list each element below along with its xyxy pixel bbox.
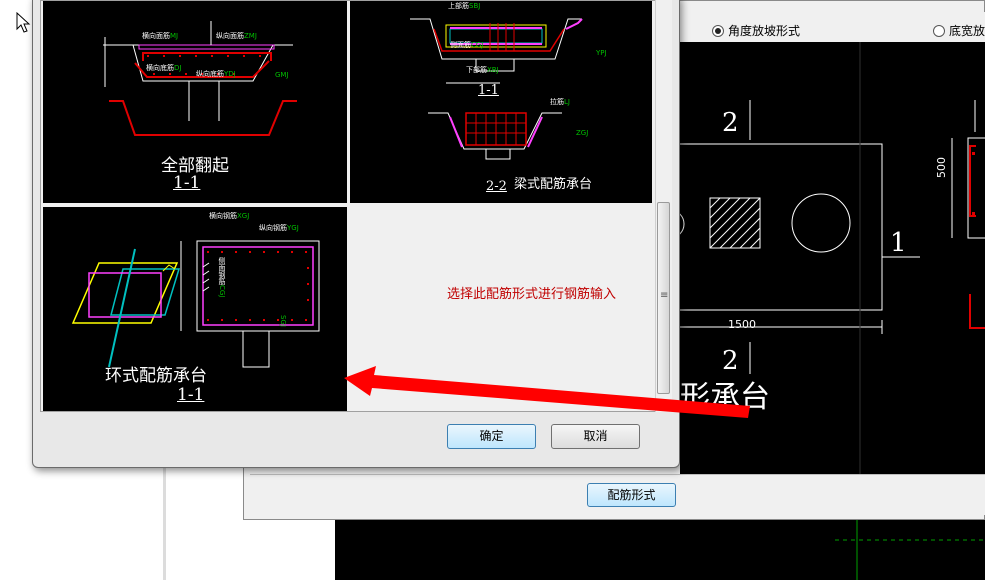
option-beam-section-a: 1-1: [478, 83, 499, 98]
dimension-500: 500: [935, 157, 948, 178]
radio-angle-label: 角度放坡形式: [728, 24, 801, 38]
radio-selected-icon: [712, 24, 724, 37]
section-label-2-top: 2: [722, 108, 739, 138]
reinforcement-mode-button[interactable]: 配筋形式: [587, 483, 676, 507]
label-side-ring-rebar: 侧面钢筋CGJ: [218, 257, 226, 298]
label-top-rebar-2: 纵向面筋ZMJ: [216, 32, 257, 40]
option-full-flip[interactable]: 横向面筋MJ 纵向面筋ZMJ 横向底筋DJ 纵向底筋YDJ GMJ 全部翻起 1…: [43, 1, 347, 203]
option-beam-title: 梁式配筋承台: [514, 177, 593, 192]
label-horizontal-rebar: 横向钢筋XGJ: [209, 212, 250, 220]
label-ypj: YPJ: [596, 49, 607, 57]
radio-bottom-label: 底宽放: [949, 24, 985, 38]
label-zgj: ZGJ: [576, 129, 589, 137]
selection-hint: 选择此配筋形式进行钢筋输入: [447, 287, 617, 302]
label-bottom-rebar: 横向底筋DJ: [146, 64, 182, 72]
radio-bottom-width[interactable]: 底宽放: [933, 20, 985, 39]
option-beam-type[interactable]: 上部筋SBJ 侧面筋CGJ 下部筋XBJ 拉筋LJ YPJ ZGJ 1-1 2-…: [350, 1, 652, 203]
label-vertical-rebar: 纵向钢筋YGJ: [259, 224, 299, 232]
label-bottom-rebar-2: 纵向底筋YDJ: [196, 70, 236, 78]
label-upper-rebar: 上部筋SBJ: [448, 2, 481, 10]
option-ring-section: 1-1: [177, 385, 205, 405]
label-top-rebar: 横向面筋MJ: [142, 32, 179, 40]
ok-button[interactable]: 确定: [447, 424, 536, 449]
option-ring-title: 环式配筋承台: [105, 366, 207, 386]
radio-unselected-icon: [933, 24, 945, 37]
label-tie-rebar: 拉筋LJ: [550, 98, 570, 106]
section-label-1-right: 1: [890, 228, 907, 258]
dimension-1500: 1500: [728, 318, 756, 331]
option-beam-section-b: 2-2: [486, 179, 507, 194]
annotation-arrow-icon: [344, 366, 750, 418]
cancel-button[interactable]: 取消: [551, 424, 640, 449]
label-lower-rebar: 下部筋XBJ: [466, 66, 499, 74]
label-side-rebar: GMJ: [275, 71, 289, 79]
label-sgj: SGJ: [279, 315, 287, 327]
slope-mode-radio-group: 角度放坡形式 底宽放: [680, 12, 985, 42]
reinforcement-type-list: 横向面筋MJ 纵向面筋ZMJ 横向底筋DJ 纵向底筋YDJ GMJ 全部翻起 1…: [40, 0, 672, 412]
label-side-rebar: 侧面筋CGJ: [450, 41, 484, 49]
radio-angle[interactable]: 角度放坡形式: [712, 20, 800, 39]
option-full-flip-section: 1-1: [173, 173, 201, 193]
option-ring-type[interactable]: 横向钢筋XGJ 纵向钢筋YGJ 侧面钢筋CGJ SGJ 环式配筋承台 1-1: [43, 207, 347, 411]
background-cad-canvas: [335, 520, 985, 580]
scroll-grip-icon: ≡: [660, 290, 669, 301]
mouse-cursor-icon: [16, 12, 31, 33]
beam-type-drawing: [410, 18, 583, 160]
